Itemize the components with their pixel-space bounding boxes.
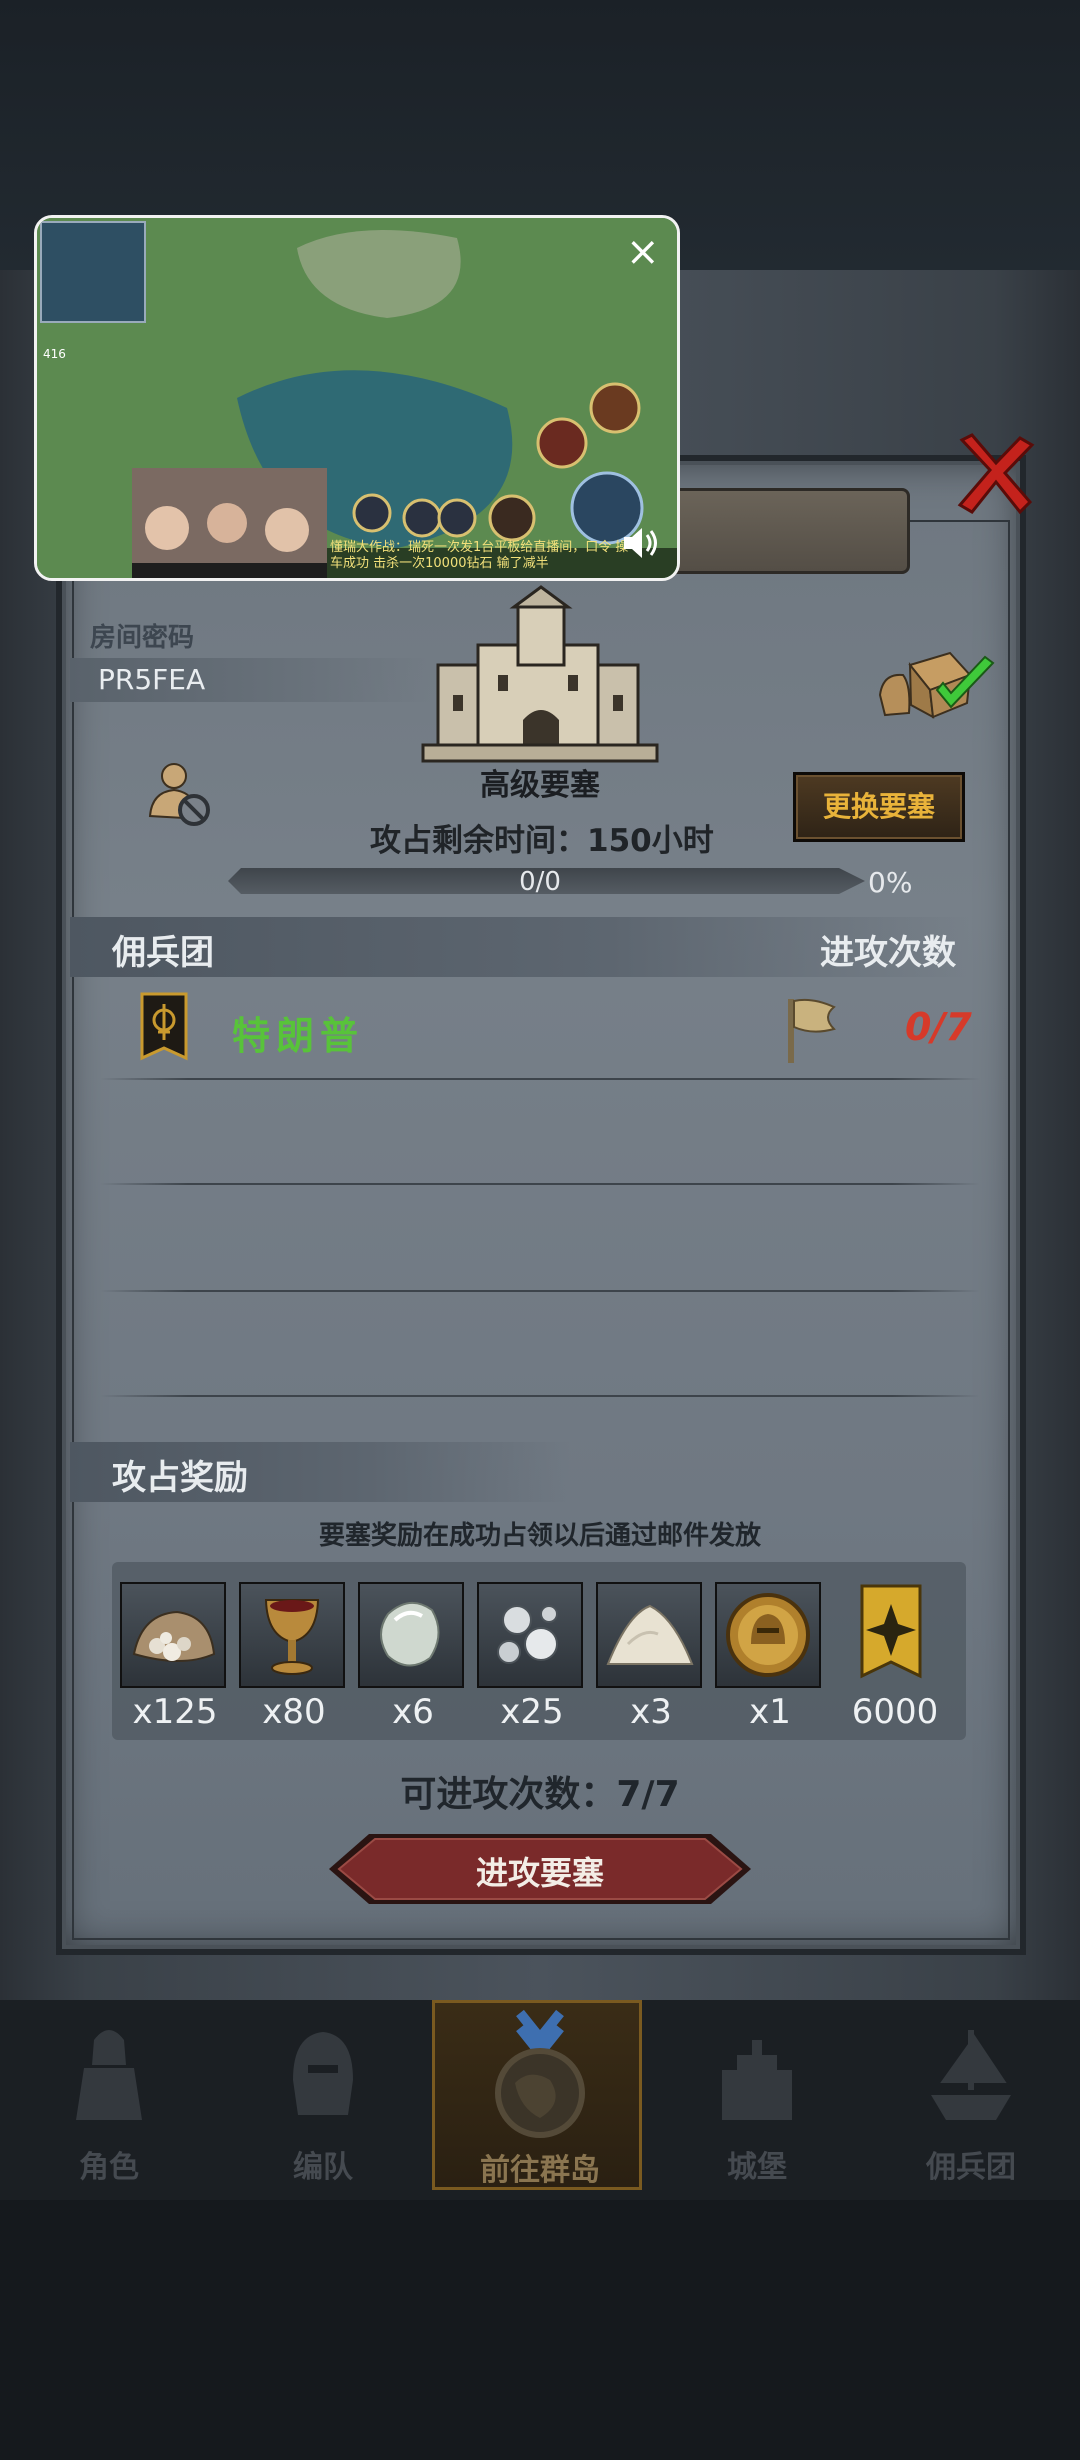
attack-fortress-label: 进攻要塞 [475,1854,604,1892]
attacks-column-header: 进攻次数 [820,933,956,973]
nav-label-mercenary: 佣兵团 [926,2150,1016,2185]
reward-slot [239,1582,345,1688]
reward-item[interactable]: x1 [715,1582,825,1732]
attacks-available: 可进攻次数：7/7 [380,1765,700,1817]
reward-claimed-icon [878,651,995,719]
row-divider [100,1395,980,1397]
reward-quantity: x3 [630,1692,672,1732]
row-divider [100,1290,980,1292]
powder-pile-icon [606,1604,694,1665]
reward-slot [477,1582,583,1688]
change-fortress-label: 更换要塞 [822,790,935,823]
backdrop-bottom [0,2190,1080,2460]
fortress-castle-icon [421,585,659,763]
svg-text:416: 416 [43,347,66,361]
reward-item[interactable]: 6000 [840,1582,950,1732]
attacks-available-label: 可进攻次数： [400,1774,617,1815]
row-divider [100,1078,980,1080]
mercenary-banner-icon [140,992,188,1061]
reward-slot [120,1582,226,1688]
nav-label-role: 角色 [79,2150,139,2185]
castle-icon [722,2040,792,2120]
nav-label-formation: 编队 [293,2150,353,2185]
row-divider [100,1183,980,1185]
reward-slot [840,1582,946,1688]
reward-section-title: 攻占奖励 [112,1458,248,1498]
honor-banner-icon [860,1584,922,1679]
silver-orbs-icon [497,1605,558,1664]
mercenary-name[interactable]: 特朗普 [232,1005,364,1060]
nav-label-islands: 前往群岛 [480,2153,600,2188]
reward-quantity: 6000 [851,1692,939,1732]
video-close-icon[interactable]: × [626,232,660,272]
fortress-name: 高级要塞 [480,768,600,803]
nav-item-castle[interactable]: 城堡 [652,2000,862,2190]
knight-icon [76,2030,142,2120]
reward-note: 要塞奖励在成功占领以后通过邮件发放 [318,1521,761,1551]
title-plate [660,488,910,574]
reward-item[interactable]: x80 [239,1582,349,1732]
live-video-overlay[interactable]: 416 [34,215,680,581]
goblet-icon [264,1599,320,1675]
user-blocked-icon[interactable] [144,760,214,830]
change-fortress-button[interactable]: 更换要塞 [793,772,965,842]
time-remaining-value: 150 [587,823,652,859]
time-remaining: 攻占剩余时间：150小时 [370,815,714,860]
bottom-navigation: 角色 编队 前往群岛 城堡 佣兵团 [0,2000,1080,2200]
ore-pile-icon [132,1610,216,1662]
progress-percent: 0% [868,866,913,899]
nav-item-islands[interactable]: 前往群岛 [432,2000,642,2190]
close-icon[interactable] [950,430,1040,520]
nav-item-mercenary[interactable]: 佣兵团 [866,2000,1076,2190]
speaker-icon[interactable] [622,525,662,561]
reward-item[interactable]: x25 [477,1582,587,1732]
time-remaining-unit: 小时 [651,823,714,859]
video-caption: 懂瑞大作战：瑞死一次发1台平板给直播间，口令 操车成功 击杀一次10000钻石 … [330,540,629,571]
mercenary-attack-count: 0/7 [905,1005,972,1049]
reward-slot [715,1582,821,1688]
helmet-medal-icon [726,1593,810,1677]
reward-item[interactable]: x3 [596,1582,706,1732]
progress-count: 0/0 [519,867,561,897]
reward-quantity: x125 [132,1692,218,1732]
room-code-value: PR5FEA [98,663,206,696]
reward-item[interactable]: x125 [120,1582,230,1732]
reward-item[interactable]: x6 [358,1582,468,1732]
time-remaining-label: 攻占剩余时间： [370,823,587,859]
globe-icon [495,2009,585,2138]
reward-quantity: x25 [500,1692,564,1732]
reward-quantity: x6 [392,1692,434,1732]
attacks-available-value: 7/7 [616,1774,680,1815]
reward-slot [358,1582,464,1688]
nav-label-castle: 城堡 [727,2150,787,2185]
moonstone-icon [380,1602,440,1667]
flag-icon [788,998,836,1063]
mercenary-section-title: 佣兵团 [112,933,214,973]
helmet-icon [293,2032,353,2115]
nav-item-formation[interactable]: 编队 [218,2000,428,2190]
ship-icon [931,2030,1011,2120]
reward-quantity: x80 [262,1692,326,1732]
nav-item-role[interactable]: 角色 [4,2000,214,2190]
reward-slot [596,1582,702,1688]
reward-quantity: x1 [749,1692,791,1732]
room-code-label: 房间密码 [90,623,195,653]
game-stream-frame: 416 [37,218,677,578]
